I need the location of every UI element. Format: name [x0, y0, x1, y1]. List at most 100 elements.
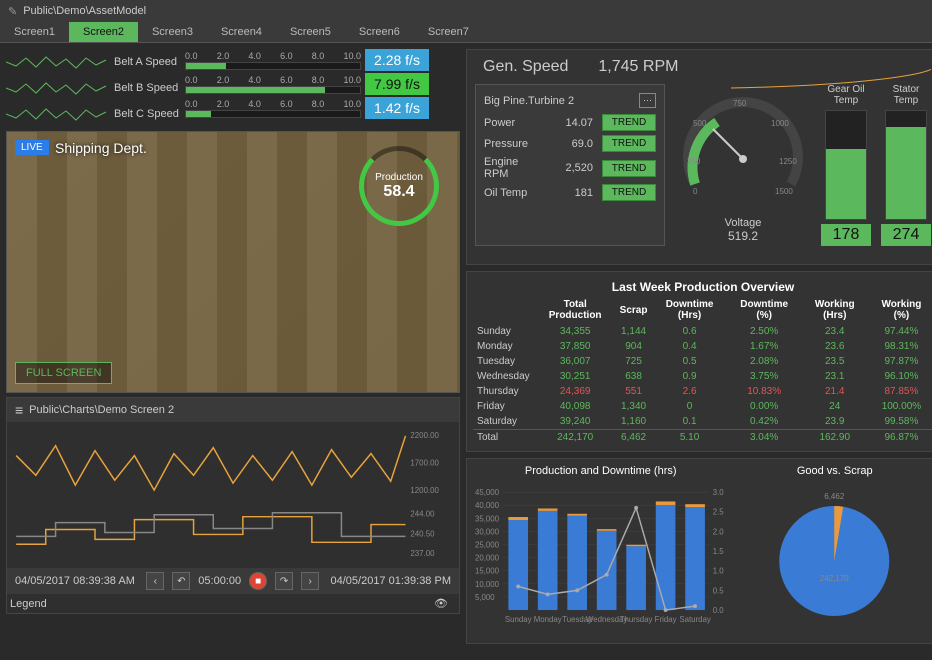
- eye-icon[interactable]: 👁: [434, 597, 456, 610]
- bar-chart: Production and Downtime (hrs) 5,00010,00…: [473, 465, 728, 637]
- belt-gauge-2: [185, 110, 361, 118]
- gen-speed-value: 1,745 RPM: [598, 58, 678, 76]
- generator-panel: Gen. Speed 1,745 RPM Big Pine.Turbine 2 …: [466, 49, 932, 265]
- trend-button-2[interactable]: TREND: [602, 160, 656, 177]
- trend-chart-body[interactable]: 2200.00 1700.00 1200.00 244.00 240.50 23…: [7, 422, 459, 568]
- breadcrumb: Public\Demo\AssetModel: [23, 5, 146, 17]
- production-table: Total ProductionScrapDowntime (Hrs)Downt…: [473, 296, 932, 445]
- svg-text:25,000: 25,000: [475, 540, 500, 549]
- turbine-title: Big Pine.Turbine 2: [484, 95, 574, 107]
- production-ring: Production 58.4: [359, 146, 439, 226]
- svg-text:2.0: 2.0: [713, 527, 725, 536]
- turbine-box: Big Pine.Turbine 2 ⋯ Power 14.07 TREND Pres…: [475, 84, 665, 246]
- fullscreen-button[interactable]: FULL SCREEN: [15, 362, 112, 384]
- svg-text:0.5: 0.5: [713, 586, 725, 595]
- bottom-charts-panel: Production and Downtime (hrs) 5,00010,00…: [466, 458, 932, 644]
- belt-speed-label-2: Belt C Speed: [114, 108, 179, 120]
- svg-text:15,000: 15,000: [475, 567, 500, 576]
- trend-chart-panel: ≡ Public\Charts\Demo Screen 2 2200.00 17…: [6, 397, 460, 614]
- tab-screen6[interactable]: Screen6: [345, 22, 414, 42]
- belt-speed-value-2: 1.42 f/s: [365, 97, 429, 119]
- prev-button[interactable]: ‹: [146, 572, 164, 590]
- turbine-row-label-2: Engine RPM: [484, 156, 544, 180]
- table-row: Thursday24,3695512.610.83%21.487.85%: [473, 384, 932, 399]
- legend-label[interactable]: Legend: [10, 598, 47, 610]
- belt-speed-label-0: Belt A Speed: [114, 56, 177, 68]
- svg-text:1000: 1000: [771, 119, 789, 128]
- tab-screen2[interactable]: Screen2: [69, 22, 138, 42]
- edit-icon[interactable]: ✎: [8, 5, 17, 18]
- details-icon[interactable]: ⋯: [639, 93, 656, 108]
- svg-text:240.50: 240.50: [410, 529, 435, 538]
- turbine-row-value-2: 2,520: [553, 162, 593, 174]
- table-row: Tuesday36,0077250.52.08%23.597.87%: [473, 354, 932, 369]
- svg-text:2200.00: 2200.00: [410, 431, 439, 440]
- tab-screen5[interactable]: Screen5: [276, 22, 345, 42]
- table-row: Sunday34,3551,1440.62.50%23.497.44%: [473, 324, 932, 339]
- belt-sparkline-0: [6, 52, 110, 72]
- tab-screen1[interactable]: Screen1: [0, 22, 69, 42]
- tab-screen4[interactable]: Screen4: [207, 22, 276, 42]
- gen-speed-label: Gen. Speed: [483, 58, 568, 76]
- svg-text:3.0: 3.0: [713, 488, 725, 497]
- svg-text:35,000: 35,000: [475, 514, 500, 523]
- trend-button-3[interactable]: TREND: [602, 184, 656, 201]
- gear-temp-value: 178: [821, 224, 871, 246]
- svg-text:1.5: 1.5: [713, 547, 725, 556]
- svg-text:45,000: 45,000: [475, 488, 500, 497]
- undo-button[interactable]: ↶: [172, 572, 190, 590]
- belt-speed-panel: Belt A SpeedBelt B SpeedBelt C Speed 0.0…: [6, 49, 460, 127]
- svg-text:0: 0: [693, 187, 698, 196]
- gauge-value: 519.2: [675, 229, 811, 243]
- svg-text:0.0: 0.0: [713, 606, 725, 615]
- next-button[interactable]: ›: [301, 572, 319, 590]
- production-table-panel: Last Week Production Overview Total Prod…: [466, 271, 932, 452]
- live-badge: LIVE: [15, 140, 49, 155]
- svg-text:Friday: Friday: [655, 615, 677, 624]
- bar-chart-title: Production and Downtime (hrs): [473, 465, 728, 477]
- trend-button-1[interactable]: TREND: [602, 135, 656, 152]
- svg-text:1.0: 1.0: [713, 567, 725, 576]
- svg-text:Saturday: Saturday: [679, 615, 711, 624]
- svg-text:1700.00: 1700.00: [410, 458, 439, 467]
- breadcrumb-bar: ✎ Public\Demo\AssetModel: [0, 0, 932, 22]
- redo-button[interactable]: ↷: [275, 572, 293, 590]
- turbine-row-label-3: Oil Temp: [484, 187, 544, 199]
- production-ring-value: 58.4: [383, 183, 414, 201]
- svg-text:5,000: 5,000: [475, 593, 495, 602]
- svg-text:244.00: 244.00: [410, 510, 435, 519]
- trend-chart-title: Public\Charts\Demo Screen 2: [29, 404, 174, 416]
- svg-text:2.5: 2.5: [713, 508, 725, 517]
- table-row: Friday40,0981,34000.00%24100.00%: [473, 399, 932, 414]
- svg-text:Monday: Monday: [534, 615, 562, 624]
- tab-screen7[interactable]: Screen7: [414, 22, 483, 42]
- table-title: Last Week Production Overview: [473, 278, 932, 296]
- svg-text:1200.00: 1200.00: [410, 486, 439, 495]
- svg-text:Thursday: Thursday: [620, 615, 653, 624]
- svg-text:Sunday: Sunday: [505, 615, 532, 624]
- pie-chart: Good vs. Scrap 6,462242,170: [736, 465, 932, 637]
- trend-start-time: 04/05/2017 08:39:38 AM: [15, 575, 135, 587]
- svg-text:242,170: 242,170: [820, 574, 849, 583]
- hamburger-icon[interactable]: ≡: [15, 402, 23, 418]
- stator-temp-value: 274: [881, 224, 931, 246]
- belt-speed-label-1: Belt B Speed: [114, 82, 178, 94]
- stop-button[interactable]: ■: [249, 572, 267, 590]
- svg-text:1250: 1250: [779, 157, 797, 166]
- turbine-row-value-1: 69.0: [553, 138, 593, 150]
- belt-gauge-0: [185, 62, 361, 70]
- svg-text:20,000: 20,000: [475, 554, 500, 563]
- svg-text:6,462: 6,462: [825, 492, 846, 501]
- video-title: Shipping Dept.: [55, 140, 147, 156]
- turbine-row-label-1: Pressure: [484, 138, 544, 150]
- belt-sparkline-2: [6, 104, 110, 124]
- turbine-row-value-0: 14.07: [553, 117, 593, 129]
- belt-speed-value-0: 2.28 f/s: [365, 49, 429, 71]
- trend-button-0[interactable]: TREND: [602, 114, 656, 131]
- table-row: Saturday39,2401,1600.10.42%23.999.58%: [473, 414, 932, 430]
- turbine-row-label-0: Power: [484, 117, 544, 129]
- tab-screen3[interactable]: Screen3: [138, 22, 207, 42]
- svg-text:750: 750: [733, 99, 747, 108]
- table-row: Monday37,8509040.41.67%23.698.31%: [473, 339, 932, 354]
- svg-text:237.00: 237.00: [410, 549, 435, 558]
